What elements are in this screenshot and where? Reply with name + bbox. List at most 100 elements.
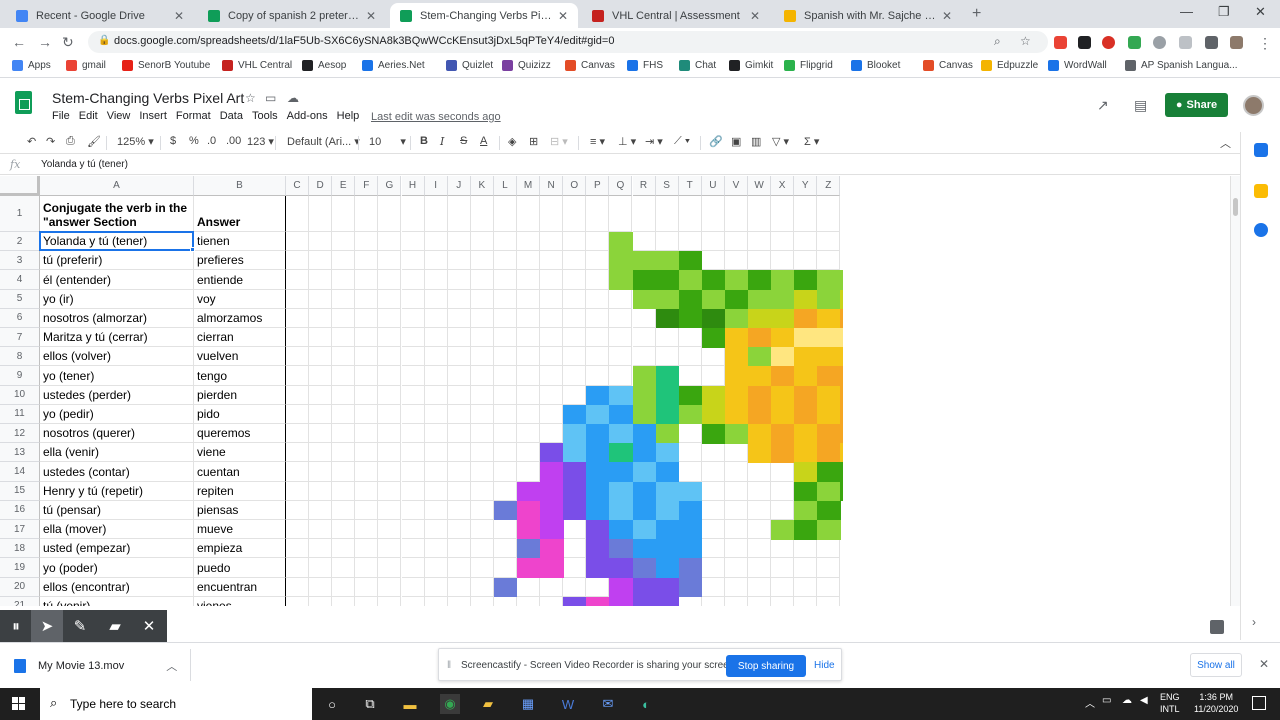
- grid-cell[interactable]: [701, 196, 725, 232]
- grid-cell[interactable]: [679, 596, 702, 606]
- pixel-art-cell[interactable]: [678, 577, 703, 598]
- vertical-align-icon[interactable]: ⊥ ▾: [618, 135, 636, 148]
- prompt-cell[interactable]: tú (preferir): [40, 251, 194, 271]
- grid-cell[interactable]: [517, 385, 541, 405]
- grid-cell[interactable]: [401, 462, 425, 482]
- grid-cell[interactable]: [493, 558, 517, 578]
- answer-cell[interactable]: repiten: [194, 481, 286, 501]
- grid-cell[interactable]: [447, 424, 471, 444]
- menu-format[interactable]: Format: [176, 110, 211, 122]
- grid-cell[interactable]: [470, 308, 494, 328]
- grid-cell[interactable]: [517, 251, 541, 271]
- grid-cell[interactable]: [355, 520, 379, 540]
- grid-cell[interactable]: [563, 520, 587, 540]
- grid-cell[interactable]: [771, 500, 795, 520]
- grid-cell[interactable]: [355, 558, 379, 578]
- keep-icon[interactable]: [1254, 184, 1268, 198]
- grid-cell[interactable]: [701, 520, 725, 540]
- grid-cell[interactable]: [355, 385, 379, 405]
- grid-cell[interactable]: [470, 481, 494, 501]
- grid-cell[interactable]: [447, 308, 471, 328]
- grid-cell[interactable]: [493, 308, 517, 328]
- horizontal-align-icon[interactable]: ≡ ▾: [590, 135, 605, 148]
- grid-cell[interactable]: [493, 481, 517, 501]
- grid-cell[interactable]: [332, 196, 356, 232]
- grid-cell[interactable]: [470, 558, 494, 578]
- pixel-art-cell[interactable]: [840, 424, 843, 444]
- grid-cell[interactable]: [401, 385, 425, 405]
- document-title[interactable]: Stem-Changing Verbs Pixel Art: [52, 90, 244, 106]
- column-header[interactable]: E: [332, 176, 356, 196]
- grid-cell[interactable]: [470, 289, 494, 309]
- column-header[interactable]: Y: [794, 176, 818, 196]
- grid-cell[interactable]: [470, 443, 494, 463]
- grid-cell[interactable]: [355, 196, 379, 232]
- grid-cell[interactable]: [332, 520, 356, 540]
- grid-cell[interactable]: [286, 196, 310, 232]
- grid-cell[interactable]: [355, 539, 379, 559]
- row-header[interactable]: 10: [0, 385, 40, 405]
- pixel-art-cell[interactable]: [840, 328, 843, 348]
- answer-cell[interactable]: empieza: [194, 539, 286, 559]
- pixel-art-cell[interactable]: [609, 596, 633, 606]
- bookmark-item[interactable]: SenorB Youtube: [122, 60, 210, 71]
- hide-button[interactable]: Hide: [814, 660, 835, 671]
- grid-cell[interactable]: [332, 596, 356, 606]
- column-header[interactable]: R: [632, 176, 656, 196]
- mail-icon[interactable]: ✉: [598, 694, 618, 714]
- paint-format-icon[interactable]: 🖌: [87, 135, 101, 148]
- bookmark-item[interactable]: AP Spanish Langua...: [1125, 60, 1238, 71]
- column-header[interactable]: O: [563, 176, 587, 196]
- row-header[interactable]: 12: [0, 424, 40, 444]
- grid-cell[interactable]: [748, 232, 772, 252]
- grid-cell[interactable]: [817, 577, 841, 597]
- grid-cell[interactable]: [470, 520, 494, 540]
- grid-cell[interactable]: [447, 462, 471, 482]
- grid-cell[interactable]: [794, 539, 818, 559]
- grid-cell[interactable]: [378, 481, 402, 501]
- column-header[interactable]: B: [194, 176, 286, 196]
- grid-cell[interactable]: [378, 366, 402, 386]
- grid-cell[interactable]: [702, 596, 725, 606]
- grid-cell[interactable]: [540, 385, 564, 405]
- column-header[interactable]: P: [586, 176, 610, 196]
- grid-cell[interactable]: [701, 251, 725, 271]
- fill-handle[interactable]: [190, 247, 195, 253]
- grid-cell[interactable]: [563, 366, 587, 386]
- grid-cell[interactable]: [794, 196, 818, 232]
- grid-cell[interactable]: [332, 558, 356, 578]
- grid-cell[interactable]: [309, 270, 333, 290]
- bookmark-item[interactable]: Flipgrid: [784, 60, 833, 71]
- grid-cell[interactable]: [309, 251, 333, 271]
- bookmark-item[interactable]: Aeries.Net: [362, 60, 425, 71]
- grid-cell[interactable]: [725, 596, 748, 606]
- bookmark-item[interactable]: Aesop: [302, 60, 346, 71]
- grid-cell[interactable]: [493, 366, 517, 386]
- bookmark-item[interactable]: Gimkit: [729, 60, 773, 71]
- pixel-art-cell[interactable]: [817, 385, 841, 406]
- bookmark-star-icon[interactable]: ☆: [1020, 34, 1031, 48]
- menu-insert[interactable]: Insert: [139, 110, 167, 122]
- percent-button[interactable]: %: [189, 135, 199, 147]
- pixel-art-cell[interactable]: [794, 385, 818, 406]
- pixel-art-cell[interactable]: [794, 520, 818, 540]
- grid-cell[interactable]: [493, 404, 517, 424]
- grid-cell[interactable]: [632, 328, 656, 348]
- answer-cell[interactable]: piensas: [194, 500, 286, 520]
- pixel-art-cell[interactable]: [701, 328, 726, 348]
- grid-cell[interactable]: [401, 347, 425, 367]
- tab-close-icon[interactable]: ✕: [366, 9, 376, 23]
- pixel-art-cell[interactable]: [563, 424, 587, 444]
- extension-icon[interactable]: [1128, 36, 1141, 49]
- grid-cell[interactable]: [424, 347, 448, 367]
- row-header[interactable]: 8: [0, 347, 40, 367]
- menu-edit[interactable]: Edit: [79, 110, 98, 122]
- pixel-art-cell[interactable]: [632, 270, 657, 291]
- pixel-art-cell[interactable]: [724, 289, 749, 310]
- header-cell-prompt[interactable]: Conjugate the verb in the "answer Sectio…: [40, 196, 194, 232]
- italic-button[interactable]: I: [440, 135, 444, 148]
- grid-cell[interactable]: [378, 424, 402, 444]
- column-header[interactable]: A: [40, 176, 194, 196]
- grid-cell[interactable]: [424, 520, 448, 540]
- grid-cell[interactable]: [632, 232, 656, 252]
